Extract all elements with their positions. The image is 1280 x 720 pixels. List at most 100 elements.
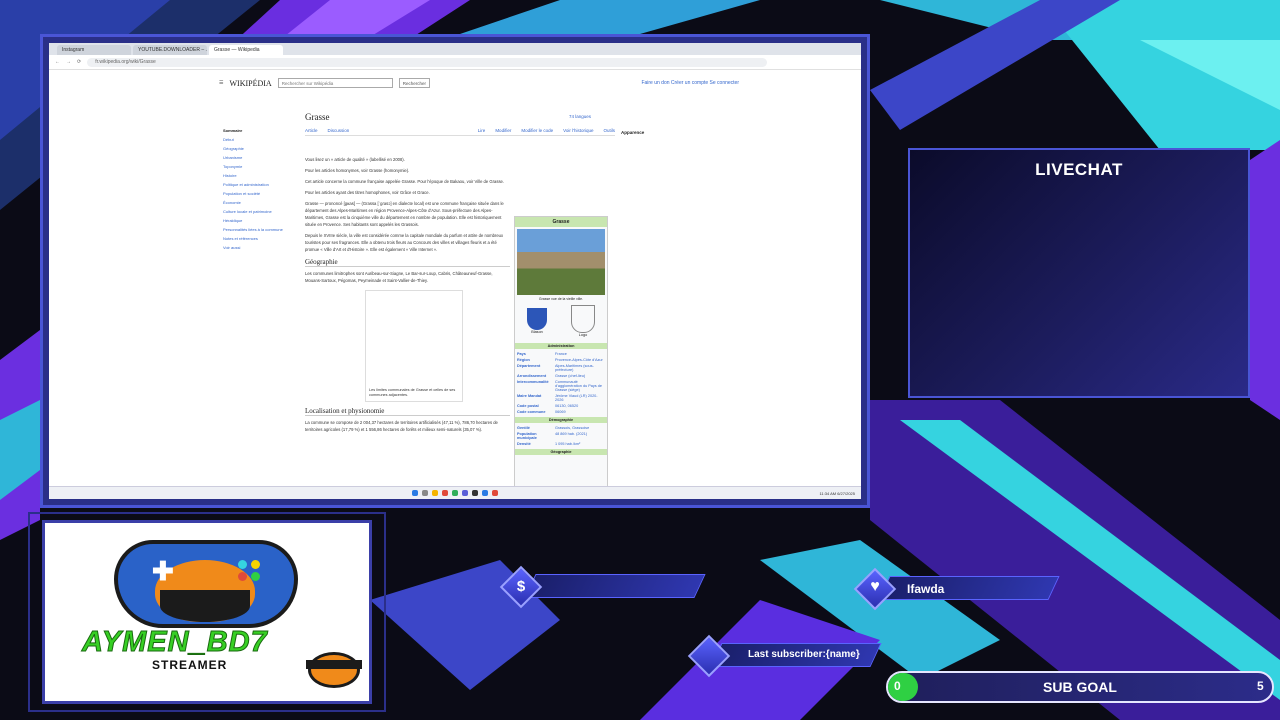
account-links[interactable]: Faire un don Créer un compte Se connecte… [641,80,739,86]
row-value[interactable]: France [555,352,605,356]
chrome-icon[interactable] [442,490,448,496]
tab-read[interactable]: Lire [478,128,486,133]
toc-item[interactable]: Toponymie [223,162,295,171]
row-key: Population municipale [517,432,537,440]
hatnote: Cet article concerne la commune français… [305,179,505,184]
infobox-row: Maire Mandat Jérôme Viaud (LR) 2020-2026 [515,393,607,403]
follower-bar [878,576,1060,600]
article-body: Vous lisez un « article de qualité » (la… [305,156,510,437]
languages-button[interactable]: 74 langues [569,114,591,119]
toc-item[interactable]: Notes et références [223,234,295,243]
row-key: Département [517,364,541,368]
section-heading: Géographie [305,259,510,267]
menu-icon[interactable]: ☰ [219,80,223,86]
taskbar-clock: 11:34 AM 6/27/2025 [819,490,855,496]
row-value[interactable]: Grasse (chef-lieu) [555,374,605,378]
wikipedia-header: ☰ WIKIPÉDIA Rechercher sur Wikipédia Rec… [219,76,739,90]
app-icon[interactable] [492,490,498,496]
obs-icon[interactable] [472,490,478,496]
row-value[interactable]: Jérôme Viaud (LR) 2020-2026 [555,394,605,402]
infobox-row: Densité 1 095 hab./km² [515,441,607,447]
app-icon[interactable] [452,490,458,496]
wikipedia-logo[interactable]: WIKIPÉDIA [229,79,271,88]
infobox-row: Département Alpes-Maritimes (sous-préfect… [515,363,607,373]
screen-capture-frame: Instagram YOUTUBE.DOWNLOADER – ... Grass… [40,34,870,508]
tab-tools[interactable]: Outils [603,128,615,133]
search-input[interactable]: Rechercher sur Wikipédia [277,78,393,88]
toc-item[interactable]: Voir aussi [223,243,295,252]
ninja-mascot-icon [308,652,360,688]
row-value[interactable]: Alpes-Maritimes (sous-préfecture) [555,364,605,372]
app-icon[interactable] [482,490,488,496]
infobox-band: Démographie [515,417,607,423]
ninja-headband-icon [306,660,362,669]
row-key: Pays [517,352,526,356]
toc-item[interactable]: Histoire [223,171,295,180]
city-logo-icon[interactable] [571,305,595,333]
sub-goal-max: 5 [1257,679,1264,693]
streamer-subtitle: STREAMER [152,658,228,672]
row-value: 1 095 hab./km² [555,442,581,446]
row-value[interactable]: Provence-Alpes-Côte d'Azur [555,358,605,362]
toc-item[interactable]: Personnalités liées à la commune [223,225,295,234]
toc-item[interactable]: Héraldique [223,216,295,225]
toc-item[interactable]: Début [223,135,295,144]
tab-edit[interactable]: Modifier [495,128,511,133]
discord-icon[interactable] [462,490,468,496]
city-photo[interactable] [517,229,605,295]
sub-goal-current: 0 [894,679,901,693]
map-caption: Les limites communales de Grasse et cell… [369,388,456,397]
crest-label: Blason [531,330,543,334]
windows-taskbar: 11:34 AM 6/27/2025 [49,486,861,499]
row-value: 06069 [555,410,566,414]
buttons-icon [238,560,261,581]
tab-edit-source[interactable]: Modifier le code [521,128,553,133]
toc-item[interactable]: Politique et administration [223,180,295,189]
page-title: Grasse [305,112,330,122]
hatnote: Pour les articles ayant des titres homop… [305,190,430,195]
hatnote: Pour les articles homonymes, voir Grasse… [305,168,410,173]
streamer-name: AYMEN_BD7 [82,626,268,659]
infobox-title: Grasse [515,217,607,227]
intro-paragraph: Grasse — prononcé [gʁas] — (Grassa [ˈgɾa… [305,201,504,227]
toc-item[interactable]: Urbanisme [223,153,295,162]
follower-name: Ifawda [907,582,945,596]
section-heading: Localisation et physionomie [305,408,510,416]
reload-icon[interactable]: ⟳ [77,59,81,65]
intro-paragraph: Depuis le XVIIIe siècle, la ville est co… [305,233,504,252]
browser-tab[interactable]: Instagram [57,45,131,55]
browser-tab[interactable]: YOUTUBE.DOWNLOADER – ... [133,45,207,55]
tab-history[interactable]: Voir l'historique [563,128,593,133]
browser-tab-active[interactable]: Grasse — Wikipedia [209,45,283,55]
toc-item[interactable]: Culture locale et patrimoine [223,207,295,216]
tab-discussion[interactable]: Discussion [328,128,350,133]
commune-map[interactable]: Les limites communales de Grasse et cell… [365,290,463,402]
crests: Blason Logo [515,301,607,341]
toc-item[interactable]: Géographie [223,144,295,153]
sub-goal-fill [888,673,918,701]
start-icon[interactable] [412,490,418,496]
dollar-icon: $ [516,578,526,595]
browser-toolbar: ← → ⟳ fr.wikipedia.org/wiki/Grasse [49,55,861,70]
search-button[interactable]: Rechercher [398,78,430,88]
back-icon[interactable]: ← [55,59,60,65]
donation-bar [524,574,706,598]
appearance-label: Apparence [621,130,645,135]
folder-icon[interactable] [432,490,438,496]
toc-item[interactable]: Population et société [223,189,295,198]
row-key: Région [517,358,530,362]
livechat-title: LIVECHAT [1035,160,1123,179]
row-value[interactable]: Communauté d'agglomération du Pays de Gr… [555,380,605,392]
infobox-row: Population municipale 48 869 hab. (2021) [515,431,607,441]
row-value: 48 869 hab. (2021) [555,432,588,436]
row-key: Code commune [517,410,546,414]
row-key: Intercommunalité [517,380,549,384]
forward-icon[interactable]: → [66,59,71,65]
address-bar[interactable]: fr.wikipedia.org/wiki/Grasse [87,57,768,67]
toc-item[interactable]: Économie [223,198,295,207]
coat-of-arms-icon[interactable] [527,308,547,330]
tab-article[interactable]: Article [305,128,318,133]
search-icon[interactable] [422,490,428,496]
row-key: Code postal [517,404,539,408]
hatnote: Vous lisez un « article de qualité » (la… [305,157,405,162]
